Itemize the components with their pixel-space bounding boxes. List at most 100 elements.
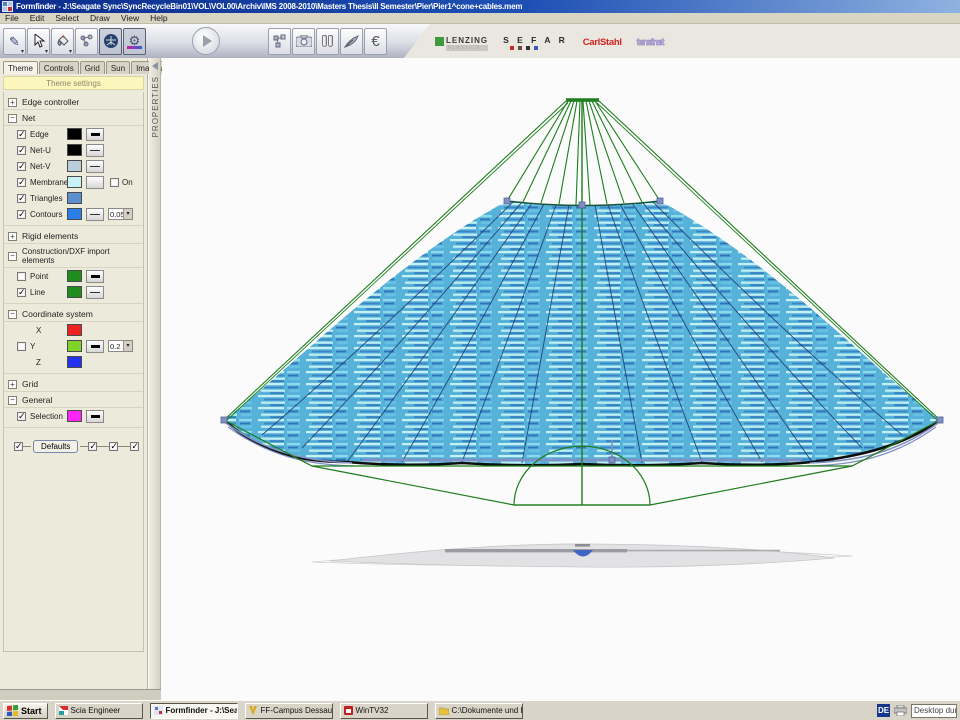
collapse-arrow-icon[interactable] (152, 62, 158, 70)
axis-x-color-swatch[interactable] (67, 324, 82, 336)
point-color-swatch[interactable] (67, 270, 82, 282)
menu-file[interactable]: File (5, 13, 19, 23)
paint-bucket-button[interactable]: + (51, 28, 74, 55)
menu-edit[interactable]: Edit (30, 13, 45, 23)
contours-checkbox[interactable] (17, 210, 26, 219)
snapshot-camera-button[interactable] (292, 28, 315, 55)
tensinet-logo: tensinet (637, 37, 664, 47)
menu-view[interactable]: View (121, 13, 139, 23)
defaults-checkbox-1[interactable] (14, 442, 23, 451)
net-v-checkbox[interactable] (17, 162, 26, 171)
membrane-color-swatch[interactable] (67, 176, 82, 188)
defaults-checkbox-2[interactable] (88, 442, 97, 451)
tab-grid[interactable]: Grid (80, 61, 105, 74)
language-indicator[interactable]: DE (877, 704, 890, 717)
net-u-checkbox[interactable] (17, 146, 26, 155)
net-u-linestyle-button[interactable] (86, 144, 104, 157)
printer-icon[interactable] (894, 705, 907, 716)
defaults-checkbox-4[interactable] (130, 442, 139, 451)
task-formfinder[interactable]: Formfinder - J:\Seaga... (150, 703, 238, 719)
gradient-bar (127, 46, 142, 49)
expand-icon[interactable] (8, 98, 17, 107)
material-rolls-button[interactable] (316, 28, 339, 55)
dropdown-arrow-icon[interactable]: ▾ (123, 209, 132, 219)
viewport-canvas[interactable] (162, 58, 960, 700)
membrane-checkbox[interactable] (17, 178, 26, 187)
app-icon (2, 1, 13, 12)
collapse-icon[interactable] (8, 310, 17, 319)
node-squares-icon (272, 34, 287, 48)
point-linestyle-button[interactable] (86, 270, 104, 283)
defaults-checkbox-3[interactable] (109, 442, 118, 451)
axis-z-color-swatch[interactable] (67, 356, 82, 368)
task-explorer-folder[interactable]: C:\Dokumente und Einst... (435, 703, 523, 719)
tab-controls[interactable]: Controls (39, 61, 79, 74)
line-checkbox[interactable] (17, 288, 26, 297)
sketch-feather-button[interactable] (340, 28, 363, 55)
properties-collapse-strip[interactable]: PROPERTIES (149, 58, 161, 689)
net-u-color-swatch[interactable] (67, 144, 82, 156)
formfinding-nodes-button[interactable] (75, 28, 98, 55)
section-construction[interactable]: Construction/DXF import elements (4, 244, 143, 268)
collapse-icon[interactable] (8, 396, 17, 405)
select-cursor-button[interactable] (27, 28, 50, 55)
line-linestyle-button[interactable] (86, 286, 104, 299)
triangles-checkbox[interactable] (17, 194, 26, 203)
section-coordinate-system[interactable]: Coordinate system (4, 306, 143, 322)
section-general[interactable]: General (4, 392, 143, 408)
axis-y-row: Y 0.2▾ (4, 338, 143, 354)
line-color-swatch[interactable] (67, 286, 82, 298)
net-v-color-swatch[interactable] (67, 160, 82, 172)
menu-draw[interactable]: Draw (90, 13, 110, 23)
axis-y-checkbox[interactable] (17, 342, 26, 351)
axis-y-color-swatch[interactable] (67, 340, 82, 352)
camera-icon (296, 35, 312, 47)
menu-select[interactable]: Select (55, 13, 79, 23)
start-button[interactable]: Start (3, 703, 48, 719)
axis-scale-dropdown[interactable]: 0.2▾ (108, 340, 133, 352)
membrane-style-button[interactable] (86, 176, 104, 189)
section-net[interactable]: Net (4, 110, 143, 126)
node-diagram-button[interactable] (268, 28, 291, 55)
tab-sun[interactable]: Sun (106, 61, 130, 74)
collapse-icon[interactable] (8, 114, 17, 123)
draw-pencil-button[interactable]: ✎ (3, 28, 26, 55)
render-settings-button[interactable]: ⚙ (123, 28, 146, 55)
dropdown-arrow-icon[interactable]: ▾ (123, 341, 132, 351)
net-v-linestyle-button[interactable] (86, 160, 104, 173)
contours-interval-dropdown[interactable]: 0.05▾ (108, 208, 133, 220)
defaults-row: Defaults (4, 430, 143, 453)
triangles-color-swatch[interactable] (67, 192, 82, 204)
menu-help[interactable]: Help (150, 13, 167, 23)
section-grid[interactable]: Grid (4, 376, 143, 392)
task-wintv[interactable]: WinTV32 (340, 703, 428, 719)
axis-y-linestyle-button[interactable] (86, 340, 104, 353)
vitruvian-man-icon (103, 33, 119, 49)
expand-icon[interactable] (8, 232, 17, 241)
edge-checkbox[interactable] (17, 130, 26, 139)
defaults-button[interactable]: Defaults (33, 440, 78, 453)
task-ff-campus[interactable]: FF-Campus Dessau Scre... (245, 703, 333, 719)
task-scia-engineer[interactable]: Scia Engineer (55, 703, 143, 719)
play-button[interactable] (192, 27, 220, 55)
analysis-vitruvian-button[interactable] (99, 28, 122, 55)
selection-linestyle-button[interactable] (86, 410, 104, 423)
desktop-search-input[interactable] (911, 704, 957, 718)
main-area: Theme Controls Grid Sun Images Theme set… (0, 58, 960, 700)
edge-color-swatch[interactable] (67, 128, 82, 140)
selection-color-swatch[interactable] (67, 410, 82, 422)
edge-linestyle-button[interactable] (86, 128, 104, 141)
point-checkbox[interactable] (17, 272, 26, 281)
section-rigid-elements[interactable]: Rigid elements (4, 228, 143, 244)
axis-z-row: Z (4, 354, 143, 370)
selection-checkbox[interactable] (17, 412, 26, 421)
tab-theme[interactable]: Theme (3, 61, 38, 74)
cost-euro-button[interactable]: € (364, 28, 387, 55)
feather-icon (344, 35, 360, 48)
contours-linestyle-button[interactable] (86, 208, 104, 221)
membrane-on-checkbox[interactable] (110, 178, 119, 187)
section-edge-controller[interactable]: Edge controller (4, 94, 143, 110)
expand-icon[interactable] (8, 380, 17, 389)
contours-color-swatch[interactable] (67, 208, 82, 220)
collapse-icon[interactable] (8, 252, 17, 261)
